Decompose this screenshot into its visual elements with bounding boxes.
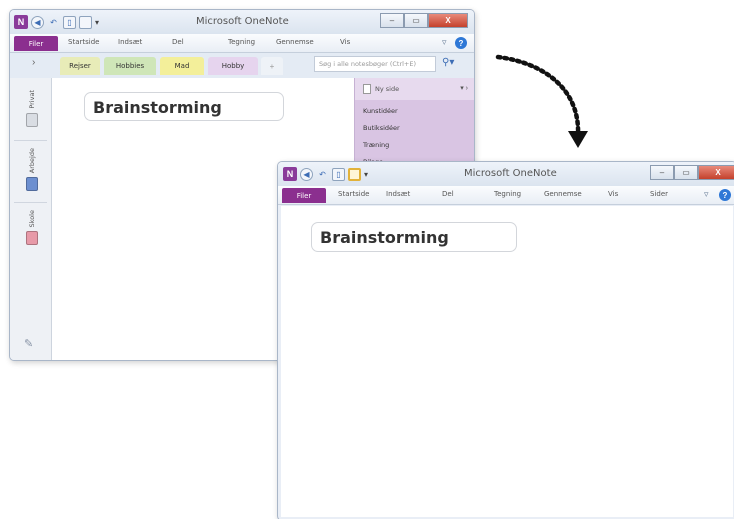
notebook-icon [26, 177, 38, 192]
curved-dotted-arrow-icon [495, 54, 588, 148]
minimize-button[interactable]: – [650, 165, 674, 180]
notebook-icon [26, 231, 38, 246]
tab-share[interactable]: Del [442, 190, 454, 198]
notebook-pane: Privat Arbejde Skole ✎ [10, 78, 52, 360]
section-tab-mad[interactable]: Mad [160, 57, 204, 75]
quick-access-toolbar: N ◀ ↶ ▯ ▾ [283, 167, 368, 181]
tab-pages[interactable]: Sider [650, 190, 668, 198]
search-icon[interactable]: ⚲▾ [442, 57, 454, 68]
close-button[interactable]: X [698, 165, 734, 180]
ribbon-tabs: Filer Startside Indsæt Del Tegning Genne… [10, 34, 474, 53]
quick-access-toolbar: N ◀ ↶ ▯ ▾ [14, 15, 99, 29]
section-tab-rejser[interactable]: Rejser [60, 57, 100, 75]
notebook-label: Privat [28, 90, 36, 109]
page-title[interactable]: Brainstorming [84, 92, 284, 121]
help-icon[interactable]: ? [719, 189, 731, 201]
help-icon[interactable]: ? [455, 37, 467, 49]
section-tab-hobby[interactable]: Hobby [208, 57, 258, 75]
tab-insert[interactable]: Indsæt [386, 190, 410, 198]
page-icon [363, 84, 371, 94]
notebook-privat[interactable]: Privat [16, 90, 48, 127]
back-icon[interactable]: ◀ [31, 15, 44, 29]
title-bar: N ◀ ↶ ▯ ▾ Microsoft OneNote – ▭ X [10, 10, 474, 34]
divider [14, 140, 47, 141]
notebook-icon [26, 112, 38, 127]
notebook-label: Arbejde [28, 148, 36, 174]
tab-review[interactable]: Gennemse [276, 38, 314, 46]
onenote-logo-icon[interactable]: N [14, 15, 28, 29]
window-title: Microsoft OneNote [464, 168, 557, 179]
new-page-label: Ny side [375, 85, 400, 93]
tab-home[interactable]: Startside [68, 38, 99, 46]
page-tab[interactable]: Træning [363, 141, 389, 149]
divider [14, 202, 47, 203]
tab-review[interactable]: Gennemse [544, 190, 582, 198]
expand-ribbon-icon[interactable]: ▿ [704, 189, 709, 200]
expand-ribbon-icon[interactable]: ▿ [442, 37, 447, 48]
unfiled-notes-icon[interactable]: ✎ [24, 337, 33, 350]
tab-view[interactable]: Vis [340, 38, 350, 46]
dock-to-desktop-icon[interactable]: ▯ [332, 167, 345, 181]
notebook-label: Skole [28, 210, 36, 228]
close-button[interactable]: X [428, 13, 468, 28]
search-input[interactable]: Søg i alle notesbøger (Ctrl+E) [314, 56, 436, 72]
section-tab-hobbies[interactable]: Hobbies [104, 57, 156, 75]
dock-to-desktop-icon[interactable]: ▯ [63, 15, 76, 29]
page-canvas[interactable]: Brainstorming [281, 206, 733, 517]
section-tabs-row: › Rejser Hobbies Mad Hobby + Søg i alle … [10, 53, 474, 78]
back-icon[interactable]: ◀ [300, 167, 313, 181]
notebook-arbejde[interactable]: Arbejde [16, 148, 48, 192]
tab-home[interactable]: Startside [338, 190, 369, 198]
new-section-tab[interactable]: + [261, 57, 283, 75]
customize-qat-icon[interactable]: ▾ [364, 170, 368, 179]
full-page-view-icon[interactable] [79, 15, 92, 29]
page-pane-arrows-icon[interactable]: ▾ › [460, 84, 468, 92]
page-tab[interactable]: Butiksidéer [363, 124, 400, 132]
window-title: Microsoft OneNote [196, 16, 289, 27]
tab-file[interactable]: Filer [282, 188, 326, 203]
tab-view[interactable]: Vis [608, 190, 618, 198]
page-title[interactable]: Brainstorming [311, 222, 517, 252]
window-controls: – ▭ X [650, 165, 734, 180]
undo-icon[interactable]: ↶ [47, 16, 60, 29]
undo-icon[interactable]: ↶ [316, 168, 329, 181]
onenote-window-full-page-view: N ◀ ↶ ▯ ▾ Microsoft OneNote – ▭ X Filer … [277, 161, 734, 519]
tab-file[interactable]: Filer [14, 36, 58, 51]
customize-qat-icon[interactable]: ▾ [95, 18, 99, 27]
title-bar: N ◀ ↶ ▯ ▾ Microsoft OneNote – ▭ X [278, 162, 734, 186]
tab-draw[interactable]: Tegning [494, 190, 521, 198]
maximize-button[interactable]: ▭ [674, 165, 698, 180]
maximize-button[interactable]: ▭ [404, 13, 428, 28]
onenote-logo-icon[interactable]: N [283, 167, 297, 181]
ribbon-tabs: Filer Startside Indsæt Del Tegning Genne… [278, 186, 734, 205]
notebook-skole[interactable]: Skole [16, 210, 48, 246]
expand-navigation-icon[interactable]: › [32, 57, 35, 68]
tab-insert[interactable]: Indsæt [118, 38, 142, 46]
window-controls: – ▭ X [380, 13, 468, 28]
tab-draw[interactable]: Tegning [228, 38, 255, 46]
new-page-button[interactable]: Ny side [355, 78, 474, 100]
tab-share[interactable]: Del [172, 38, 184, 46]
minimize-button[interactable]: – [380, 13, 404, 28]
page-tab[interactable]: Kunstidéer [363, 107, 398, 115]
full-page-view-icon[interactable] [348, 167, 361, 181]
